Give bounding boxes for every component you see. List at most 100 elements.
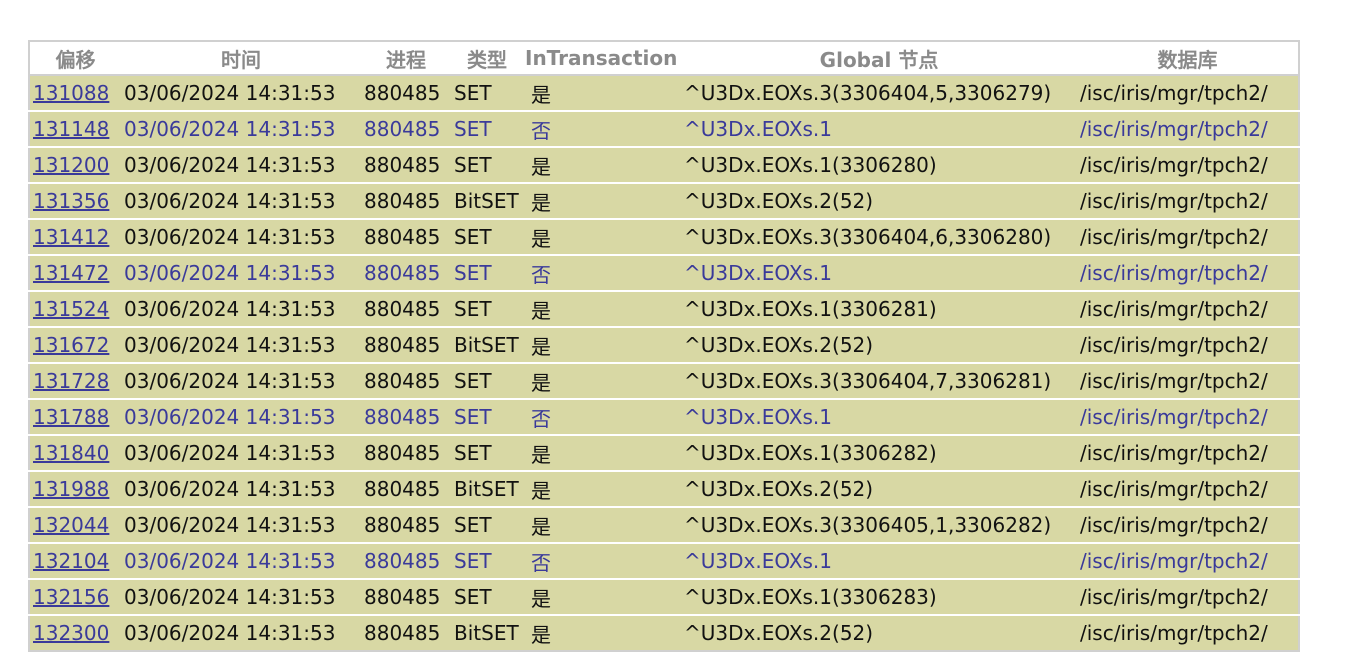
offset-link[interactable]: 131412	[33, 225, 109, 249]
header-offset[interactable]: 偏移	[29, 41, 121, 76]
cell-time: 03/06/2024 14:31:53	[121, 470, 361, 507]
cell-in-transaction: 否	[523, 254, 681, 291]
offset-link[interactable]: 131524	[33, 297, 109, 321]
cell-database: /isc/iris/mgr/tpch2/	[1077, 470, 1299, 507]
cell-in-transaction: 否	[523, 542, 681, 579]
cell-in-transaction: 是	[523, 146, 681, 183]
cell-type: SET	[451, 398, 523, 435]
cell-type: SET	[451, 218, 523, 255]
offset-link[interactable]: 131988	[33, 477, 109, 501]
cell-process: 880485	[361, 470, 451, 507]
header-database[interactable]: 数据库	[1077, 41, 1299, 76]
table-row[interactable]: 131412 03/06/2024 14:31:53 880485 SET 是 ^U3Dx…	[29, 218, 1299, 255]
offset-link[interactable]: 132104	[33, 549, 109, 573]
cell-offset: 131988	[29, 470, 121, 507]
cell-in-transaction: 是	[523, 218, 681, 255]
table-row[interactable]: 132156 03/06/2024 14:31:53 880485 SET 是 ^U3Dx…	[29, 578, 1299, 615]
cell-offset: 131356	[29, 182, 121, 219]
table-row[interactable]: 132044 03/06/2024 14:31:53 880485 SET 是 ^U3Dx…	[29, 506, 1299, 543]
offset-link[interactable]: 131356	[33, 189, 109, 213]
header-row: 偏移 时间 进程 类型 InTransaction Global 节点 数据库	[29, 41, 1299, 76]
table-row[interactable]: 131788 03/06/2024 14:31:53 880485 SET 否 ^U3Dx…	[29, 398, 1299, 435]
table-row[interactable]: 131672 03/06/2024 14:31:53 880485 BitSET 是 ^U…	[29, 326, 1299, 363]
header-global-node[interactable]: Global 节点	[681, 41, 1077, 76]
cell-global-node: ^U3Dx.EOXs.2(52)	[681, 326, 1077, 363]
cell-time: 03/06/2024 14:31:53	[121, 542, 361, 579]
cell-type: BitSET	[451, 182, 523, 219]
table-row[interactable]: 131728 03/06/2024 14:31:53 880485 SET 是 ^U3Dx…	[29, 362, 1299, 399]
cell-database: /isc/iris/mgr/tpch2/	[1077, 434, 1299, 471]
table-row[interactable]: 131472 03/06/2024 14:31:53 880485 SET 否 ^U3Dx…	[29, 254, 1299, 291]
cell-time: 03/06/2024 14:31:53	[121, 434, 361, 471]
table-row[interactable]: 132300 03/06/2024 14:31:53 880485 BitSET 是 ^U…	[29, 614, 1299, 651]
table-row[interactable]: 131148 03/06/2024 14:31:53 880485 SET 否 ^U3Dx…	[29, 110, 1299, 147]
cell-offset: 131728	[29, 362, 121, 399]
offset-link[interactable]: 132156	[33, 585, 109, 609]
cell-database: /isc/iris/mgr/tpch2/	[1077, 218, 1299, 255]
cell-global-node: ^U3Dx.EOXs.3(3306404,6,3306280)	[681, 218, 1077, 255]
cell-type: SET	[451, 542, 523, 579]
header-in-transaction[interactable]: InTransaction	[523, 41, 681, 76]
cell-offset: 131840	[29, 434, 121, 471]
cell-process: 880485	[361, 254, 451, 291]
cell-global-node: ^U3Dx.EOXs.3(3306404,5,3306279)	[681, 74, 1077, 111]
header-time[interactable]: 时间	[121, 41, 361, 76]
cell-global-node: ^U3Dx.EOXs.3(3306405,1,3306282)	[681, 506, 1077, 543]
cell-time: 03/06/2024 14:31:53	[121, 290, 361, 327]
cell-in-transaction: 是	[523, 434, 681, 471]
table-body: 131088 03/06/2024 14:31:53 880485 SET 是 ^U3Dx…	[29, 74, 1299, 651]
cell-process: 880485	[361, 542, 451, 579]
cell-in-transaction: 是	[523, 470, 681, 507]
cell-offset: 131148	[29, 110, 121, 147]
cell-process: 880485	[361, 110, 451, 147]
offset-link[interactable]: 131472	[33, 261, 109, 285]
cell-database: /isc/iris/mgr/tpch2/	[1077, 398, 1299, 435]
cell-database: /isc/iris/mgr/tpch2/	[1077, 362, 1299, 399]
cell-in-transaction: 是	[523, 74, 681, 111]
cell-global-node: ^U3Dx.EOXs.2(52)	[681, 614, 1077, 651]
cell-process: 880485	[361, 614, 451, 651]
cell-offset: 132044	[29, 506, 121, 543]
offset-link[interactable]: 131088	[33, 81, 109, 105]
offset-link[interactable]: 131672	[33, 333, 109, 357]
journal-table-container: 偏移 时间 进程 类型 InTransaction Global 节点 数据库 …	[28, 40, 1300, 652]
cell-type: SET	[451, 506, 523, 543]
table-row[interactable]: 132104 03/06/2024 14:31:53 880485 SET 否 ^U3Dx…	[29, 542, 1299, 579]
cell-offset: 132300	[29, 614, 121, 651]
cell-in-transaction: 否	[523, 398, 681, 435]
cell-time: 03/06/2024 14:31:53	[121, 362, 361, 399]
header-process[interactable]: 进程	[361, 41, 451, 76]
table-row[interactable]: 131200 03/06/2024 14:31:53 880485 SET 是 ^U3Dx…	[29, 146, 1299, 183]
offset-link[interactable]: 131200	[33, 153, 109, 177]
cell-process: 880485	[361, 74, 451, 111]
cell-time: 03/06/2024 14:31:53	[121, 74, 361, 111]
table-row[interactable]: 131356 03/06/2024 14:31:53 880485 BitSET 是 ^U…	[29, 182, 1299, 219]
offset-link[interactable]: 131148	[33, 117, 109, 141]
cell-offset: 131672	[29, 326, 121, 363]
offset-link[interactable]: 132044	[33, 513, 109, 537]
table-row[interactable]: 131840 03/06/2024 14:31:53 880485 SET 是 ^U3Dx…	[29, 434, 1299, 471]
table-row[interactable]: 131988 03/06/2024 14:31:53 880485 BitSET 是 ^U…	[29, 470, 1299, 507]
cell-in-transaction: 是	[523, 614, 681, 651]
cell-process: 880485	[361, 398, 451, 435]
cell-in-transaction: 是	[523, 326, 681, 363]
cell-time: 03/06/2024 14:31:53	[121, 182, 361, 219]
cell-process: 880485	[361, 506, 451, 543]
cell-offset: 131472	[29, 254, 121, 291]
offset-link[interactable]: 131788	[33, 405, 109, 429]
offset-link[interactable]: 132300	[33, 621, 109, 645]
cell-in-transaction: 是	[523, 362, 681, 399]
cell-global-node: ^U3Dx.EOXs.2(52)	[681, 470, 1077, 507]
cell-time: 03/06/2024 14:31:53	[121, 326, 361, 363]
cell-database: /isc/iris/mgr/tpch2/	[1077, 326, 1299, 363]
cell-type: SET	[451, 254, 523, 291]
header-type[interactable]: 类型	[451, 41, 523, 76]
offset-link[interactable]: 131728	[33, 369, 109, 393]
cell-global-node: ^U3Dx.EOXs.1	[681, 542, 1077, 579]
cell-time: 03/06/2024 14:31:53	[121, 614, 361, 651]
table-row[interactable]: 131088 03/06/2024 14:31:53 880485 SET 是 ^U3Dx…	[29, 74, 1299, 111]
cell-process: 880485	[361, 434, 451, 471]
cell-time: 03/06/2024 14:31:53	[121, 506, 361, 543]
table-row[interactable]: 131524 03/06/2024 14:31:53 880485 SET 是 ^U3Dx…	[29, 290, 1299, 327]
offset-link[interactable]: 131840	[33, 441, 109, 465]
